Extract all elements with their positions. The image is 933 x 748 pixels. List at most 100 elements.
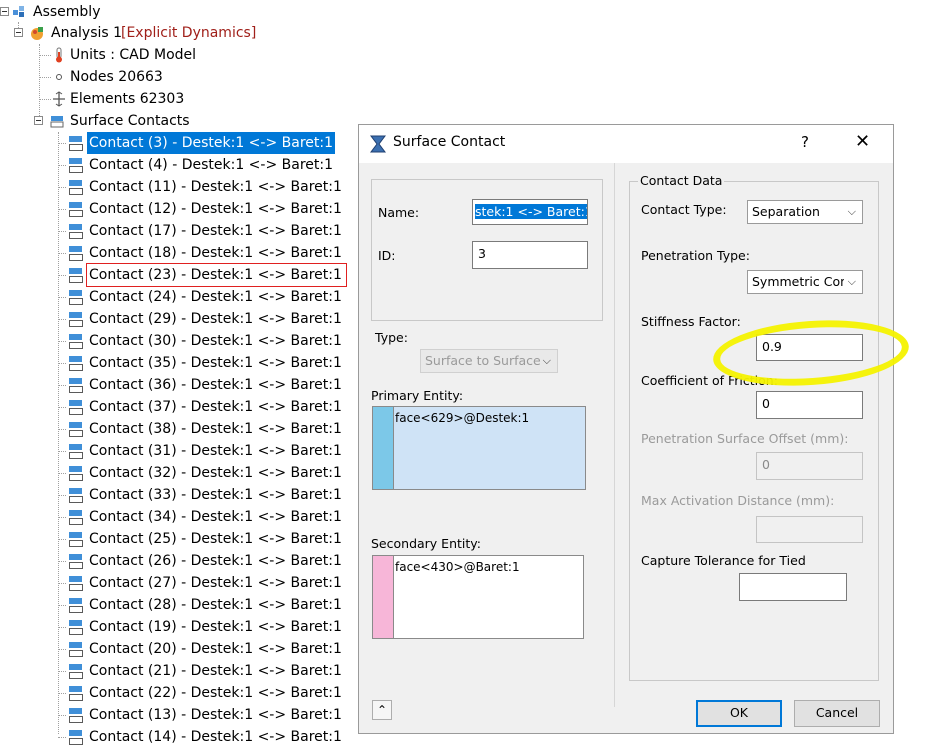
capture-tolerance-field[interactable] <box>739 573 847 601</box>
contact-label: Contact (29) - Destek:1 <-> Baret:1 <box>89 311 342 327</box>
primary-entity-box[interactable]: face<629>@Destek:1 <box>372 406 586 490</box>
surface-contacts-icon <box>49 113 65 129</box>
contact-icon <box>68 333 84 349</box>
secondary-entity-box[interactable]: face<430>@Baret:1 <box>372 555 584 639</box>
element-icon <box>51 91 67 107</box>
tree-guide <box>58 429 66 430</box>
type-label: Type: <box>375 330 408 345</box>
tree-guide <box>58 605 66 606</box>
contact-label: Contact (4) - Destek:1 <-> Baret:1 <box>89 157 333 173</box>
contact-icon <box>68 729 84 745</box>
tree-guide <box>58 209 66 210</box>
analysis-type-tag: [Explicit Dynamics] <box>121 25 257 41</box>
contact-icon <box>68 201 84 217</box>
friction-field[interactable]: 0 <box>756 391 863 419</box>
cancel-button[interactable]: Cancel <box>794 700 880 727</box>
penetration-type-select[interactable]: Symmetric Cont ⌵ <box>747 270 863 294</box>
friction-label: Coefficient of Friction: <box>641 373 778 388</box>
contact-icon <box>68 355 84 371</box>
secondary-entity-value: face<430>@Baret:1 <box>395 560 520 574</box>
id-label: ID: <box>378 248 396 263</box>
contact-label: Contact (23) - Destek:1 <-> Baret:1 <box>86 263 347 287</box>
help-button[interactable]: ? <box>801 133 809 151</box>
contact-icon <box>68 619 84 635</box>
contact-icon <box>68 377 84 393</box>
id-field[interactable]: 3 <box>472 241 588 269</box>
contact-type-select[interactable]: Separation ⌵ <box>747 200 863 224</box>
penetration-offset-label: Penetration Surface Offset (mm): <box>641 431 849 446</box>
secondary-entity-label: Secondary Entity: <box>371 536 481 551</box>
penetration-offset-field[interactable]: 0 <box>756 452 863 480</box>
contact-label: Contact (13) - Destek:1 <-> Baret:1 <box>89 707 342 723</box>
tree-guide <box>58 649 66 650</box>
tree-guide <box>39 99 51 100</box>
chevron-down-icon: ⌵ <box>847 205 856 218</box>
project-tree: Assembly Analysis 1 [Explicit Dynamics] … <box>0 0 358 745</box>
contact-label: Contact (11) - Destek:1 <-> Baret:1 <box>89 179 342 195</box>
tree-guide <box>39 77 51 78</box>
chevron-down-icon: ⌵ <box>542 354 551 367</box>
contact-icon <box>68 179 84 195</box>
chevron-down-icon: ⌵ <box>847 275 856 288</box>
contact-label: Contact (21) - Destek:1 <-> Baret:1 <box>89 663 342 679</box>
tree-guide <box>58 132 59 734</box>
contact-icon <box>68 663 84 679</box>
contact-label: Contact (31) - Destek:1 <-> Baret:1 <box>89 443 342 459</box>
contact-label: Contact (3) - Destek:1 <-> Baret:1 <box>87 132 335 154</box>
tree-guide <box>58 385 66 386</box>
name-field-value: stek:1 <-> Baret:1 <box>475 204 587 219</box>
contact-label: Contact (30) - Destek:1 <-> Baret:1 <box>89 333 342 349</box>
primary-color-swatch <box>373 407 394 489</box>
contact-icon <box>68 487 84 503</box>
contact-label: Contact (24) - Destek:1 <-> Baret:1 <box>89 289 342 305</box>
max-activation-label: Max Activation Distance (mm): <box>641 493 835 508</box>
tree-guide <box>58 539 66 540</box>
assembly-icon <box>11 4 27 20</box>
contact-type-label: Contact Type: <box>641 202 727 217</box>
surface-contact-dialog: Surface Contact ? ✕ Name: stek:1 <-> Bar… <box>358 124 911 734</box>
contact-label: Contact (35) - Destek:1 <-> Baret:1 <box>89 355 342 371</box>
contact-label: Contact (38) - Destek:1 <-> Baret:1 <box>89 421 342 437</box>
contact-icon <box>68 707 84 723</box>
primary-entity-label: Primary Entity: <box>371 388 464 403</box>
contact-icon <box>68 421 84 437</box>
tree-guide <box>58 517 66 518</box>
tree-guide <box>58 143 66 144</box>
contact-data-title: Contact Data <box>638 173 725 188</box>
contact-icon <box>68 267 84 283</box>
contact-label: Contact (37) - Destek:1 <-> Baret:1 <box>89 399 342 415</box>
tree-guide <box>58 363 66 364</box>
stiffness-factor-field[interactable]: 0.9 <box>756 334 863 361</box>
name-field[interactable]: stek:1 <-> Baret:1 <box>472 199 588 225</box>
stiffness-factor-label: Stiffness Factor: <box>641 314 741 329</box>
type-select[interactable]: Surface to Surface ⌵ <box>420 349 558 373</box>
contact-icon <box>68 531 84 547</box>
contact-icon <box>68 157 84 173</box>
contact-type-value: Separation <box>752 204 820 219</box>
contact-icon <box>68 465 84 481</box>
collapse-toggle[interactable] <box>34 116 43 125</box>
tree-label: Analysis 1 <box>51 25 123 41</box>
close-button[interactable]: ✕ <box>855 131 870 152</box>
dialog-titlebar[interactable]: Surface Contact ? ✕ <box>359 125 893 163</box>
tree-guide <box>58 319 66 320</box>
tree-guide <box>58 473 66 474</box>
tree-guide <box>58 693 66 694</box>
contact-label: Contact (32) - Destek:1 <-> Baret:1 <box>89 465 342 481</box>
type-select-value: Surface to Surface <box>425 353 541 368</box>
tree-guide <box>58 275 66 276</box>
max-activation-field[interactable] <box>756 516 863 543</box>
tree-guide <box>58 253 66 254</box>
hourglass-icon <box>369 135 387 153</box>
ok-button[interactable]: OK <box>696 700 782 727</box>
tree-label: Nodes 20663 <box>70 69 163 85</box>
collapse-toggle[interactable] <box>0 7 9 16</box>
tree-guide <box>58 715 66 716</box>
collapse-toggle[interactable] <box>14 28 23 37</box>
contact-icon <box>68 289 84 305</box>
tree-guide <box>39 55 51 56</box>
expand-button[interactable]: ⌃ <box>372 700 392 720</box>
tree-guide <box>58 165 66 166</box>
tree-label: Surface Contacts <box>70 113 190 129</box>
tree-guide <box>58 737 66 738</box>
